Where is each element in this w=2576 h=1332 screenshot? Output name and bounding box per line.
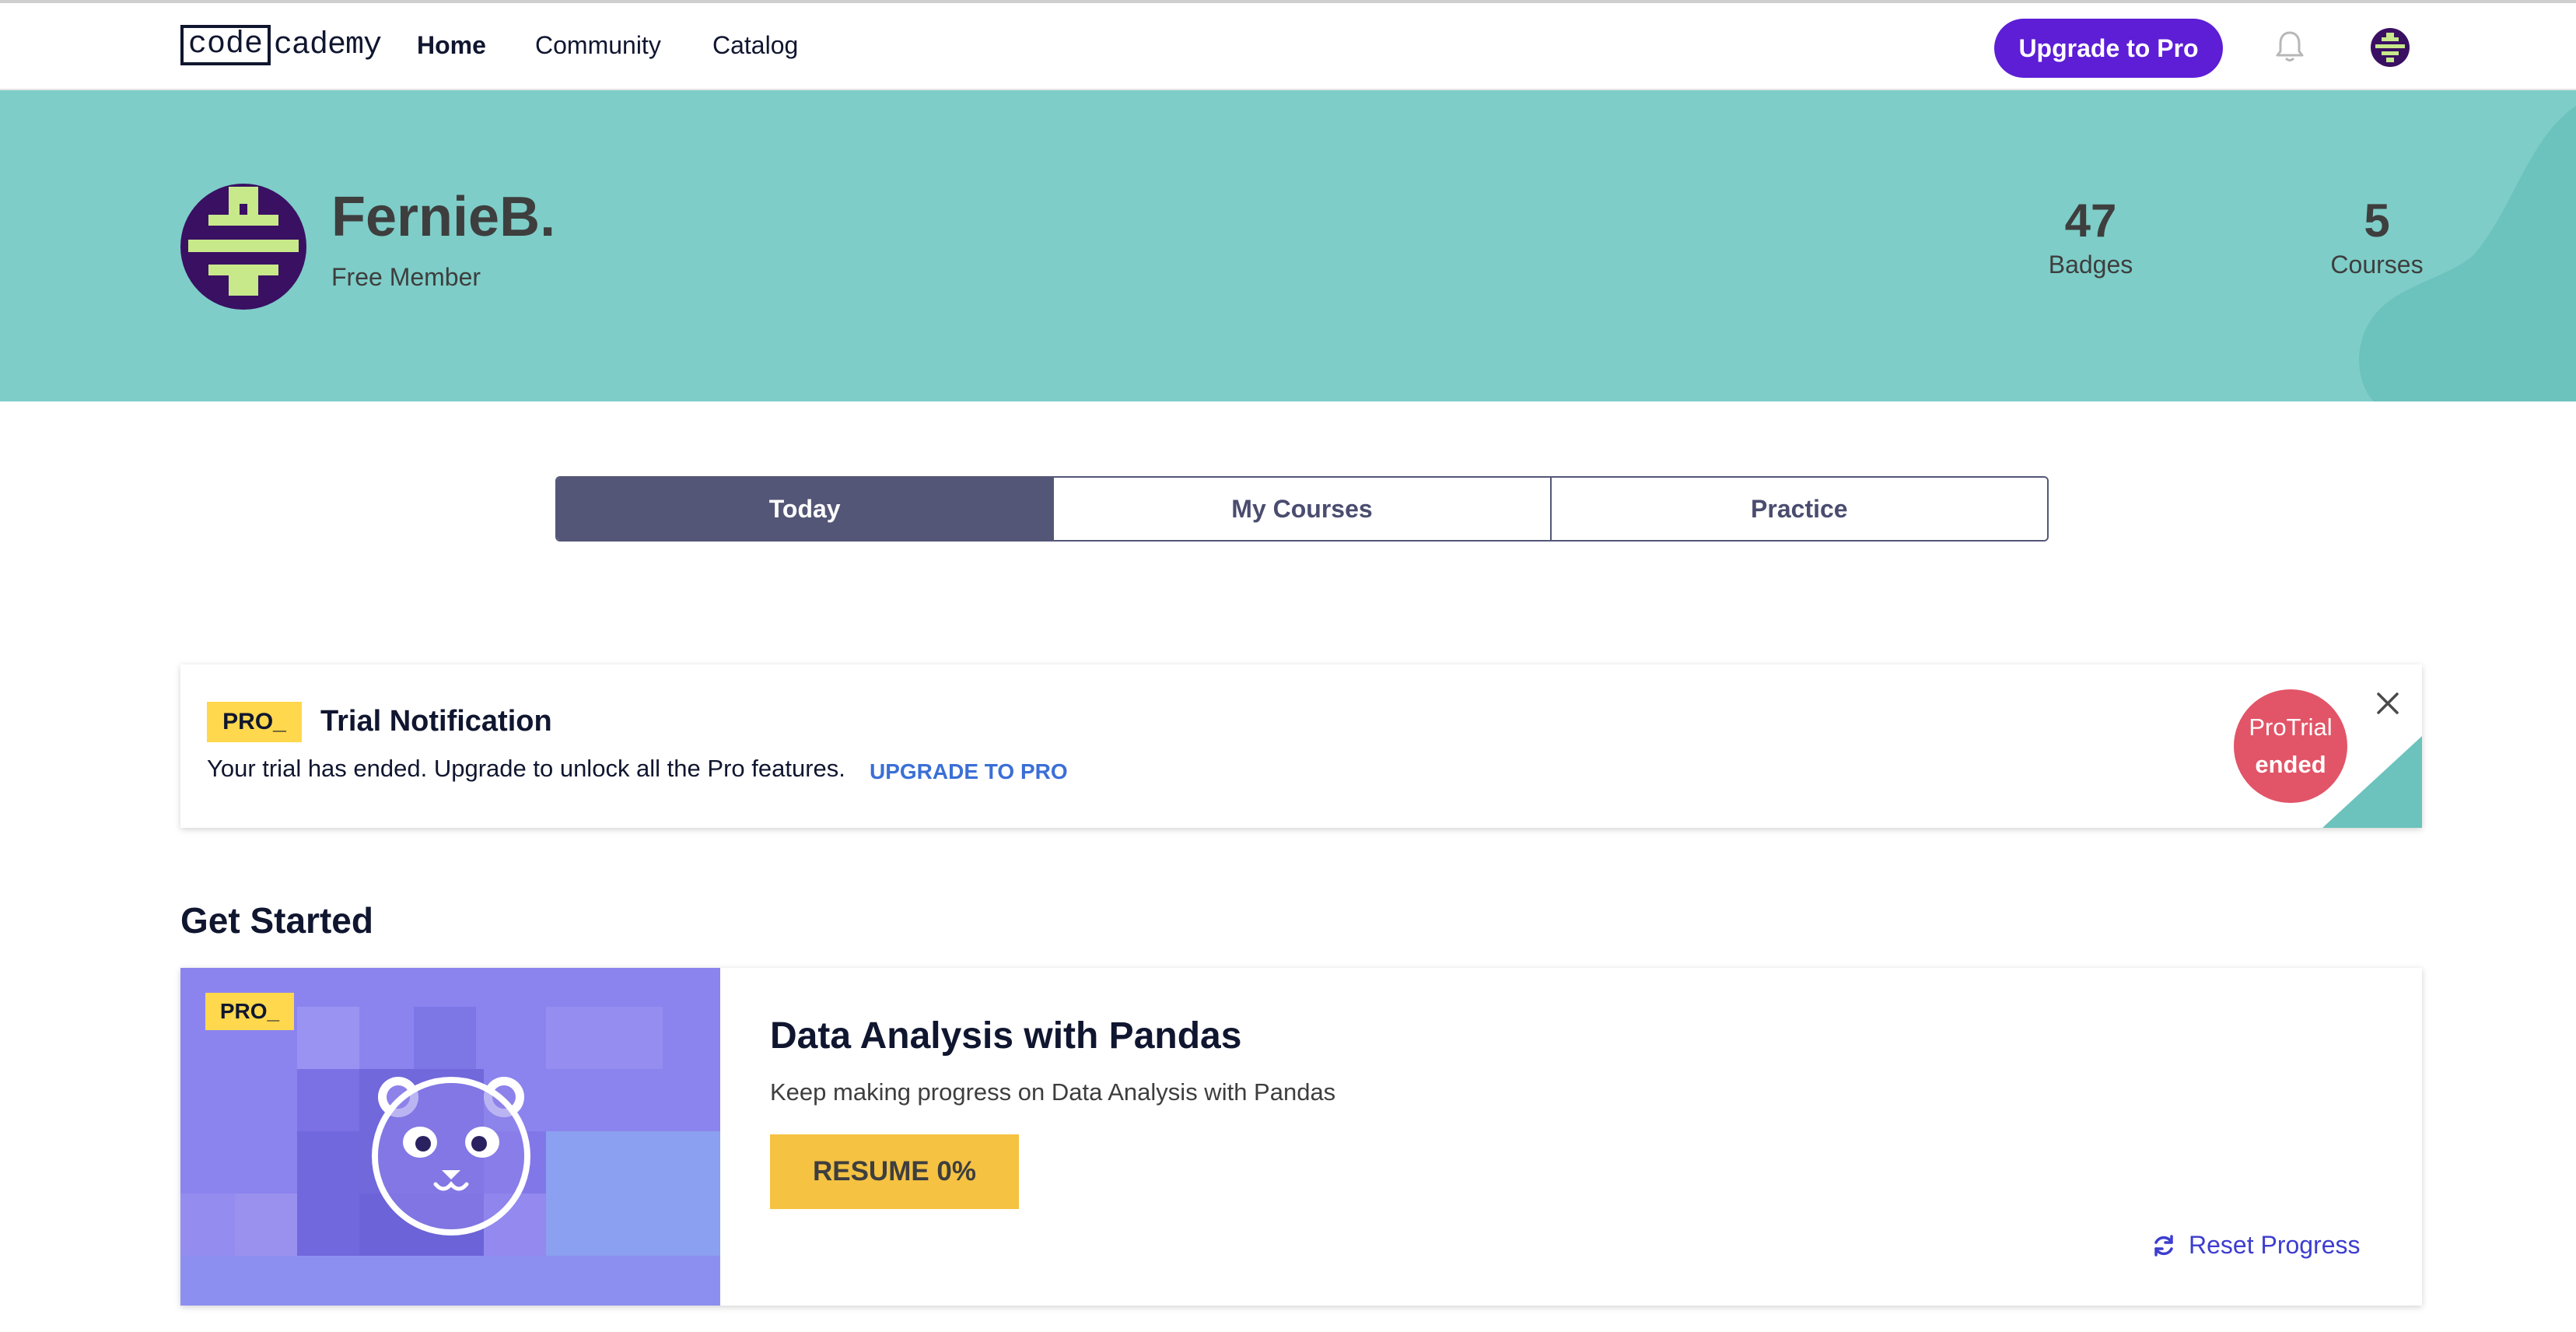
nav-link-community[interactable]: Community: [535, 31, 661, 60]
section-title-get-started: Get Started: [180, 900, 373, 941]
nav-link-home[interactable]: Home: [417, 31, 486, 60]
trial-circle-line1: ProTrial: [2249, 713, 2333, 741]
course-card[interactable]: PRO_ Data Analysis with Pandas Keep maki…: [180, 968, 2422, 1306]
stat-badges[interactable]: 47 Badges: [1997, 193, 2184, 280]
course-title[interactable]: Data Analysis with Pandas: [770, 1015, 1241, 1057]
logo-rest-text: cademy: [274, 27, 382, 63]
membership-status: Free Member: [331, 263, 481, 291]
profile-username: FernieB.: [331, 186, 556, 248]
resume-course-button[interactable]: RESUME 0%: [770, 1134, 1019, 1209]
upgrade-to-pro-button[interactable]: Upgrade to Pro: [1994, 19, 2223, 78]
reset-progress-button[interactable]: Reset Progress: [2151, 1231, 2361, 1260]
dashboard-tabs: Today My Courses Practice: [555, 476, 2049, 542]
stat-badges-value: 47: [2064, 195, 2117, 247]
notification-corner-decoration: [2322, 736, 2422, 828]
stat-badges-label: Badges: [2048, 251, 2133, 279]
course-subtitle: Keep making progress on Data Analysis wi…: [770, 1078, 1336, 1106]
nav-link-catalog[interactable]: Catalog: [712, 31, 798, 60]
tab-today[interactable]: Today: [557, 478, 1053, 540]
stat-courses-label: Courses: [2330, 251, 2424, 279]
tab-practice[interactable]: Practice: [1549, 478, 2047, 540]
refresh-icon: [2154, 1234, 2173, 1257]
panda-icon: [372, 1077, 530, 1236]
course-pro-badge: PRO_: [205, 993, 294, 1030]
close-icon[interactable]: [2372, 688, 2403, 719]
avatar-icon[interactable]: [2371, 28, 2410, 67]
trial-notification: PRO_ Trial Notification Your trial has e…: [180, 664, 2422, 828]
bell-icon[interactable]: [2274, 30, 2305, 64]
logo-boxed-text: code: [180, 25, 271, 65]
notification-body: Your trial has ended. Upgrade to unlock …: [207, 755, 845, 782]
tab-my-courses[interactable]: My Courses: [1052, 478, 1550, 540]
reset-progress-label: Reset Progress: [2189, 1231, 2361, 1259]
upgrade-to-pro-link[interactable]: UPGRADE TO PRO: [870, 759, 1068, 784]
profile-avatar[interactable]: [180, 184, 306, 310]
stat-courses-value: 5: [2364, 195, 2390, 247]
top-nav: code cademy Home Community Catalog Upgra…: [0, 3, 2576, 90]
pro-badge: PRO_: [207, 702, 302, 742]
profile-banner: FernieB. Free Member 47 Badges 5 Courses: [0, 90, 2576, 401]
course-image: PRO_: [180, 968, 720, 1306]
stat-courses[interactable]: 5 Courses: [2284, 193, 2470, 280]
notification-title: Trial Notification: [320, 705, 552, 738]
trial-circle-line2: ended: [2255, 751, 2326, 778]
codecademy-logo[interactable]: code cademy: [180, 23, 382, 67]
